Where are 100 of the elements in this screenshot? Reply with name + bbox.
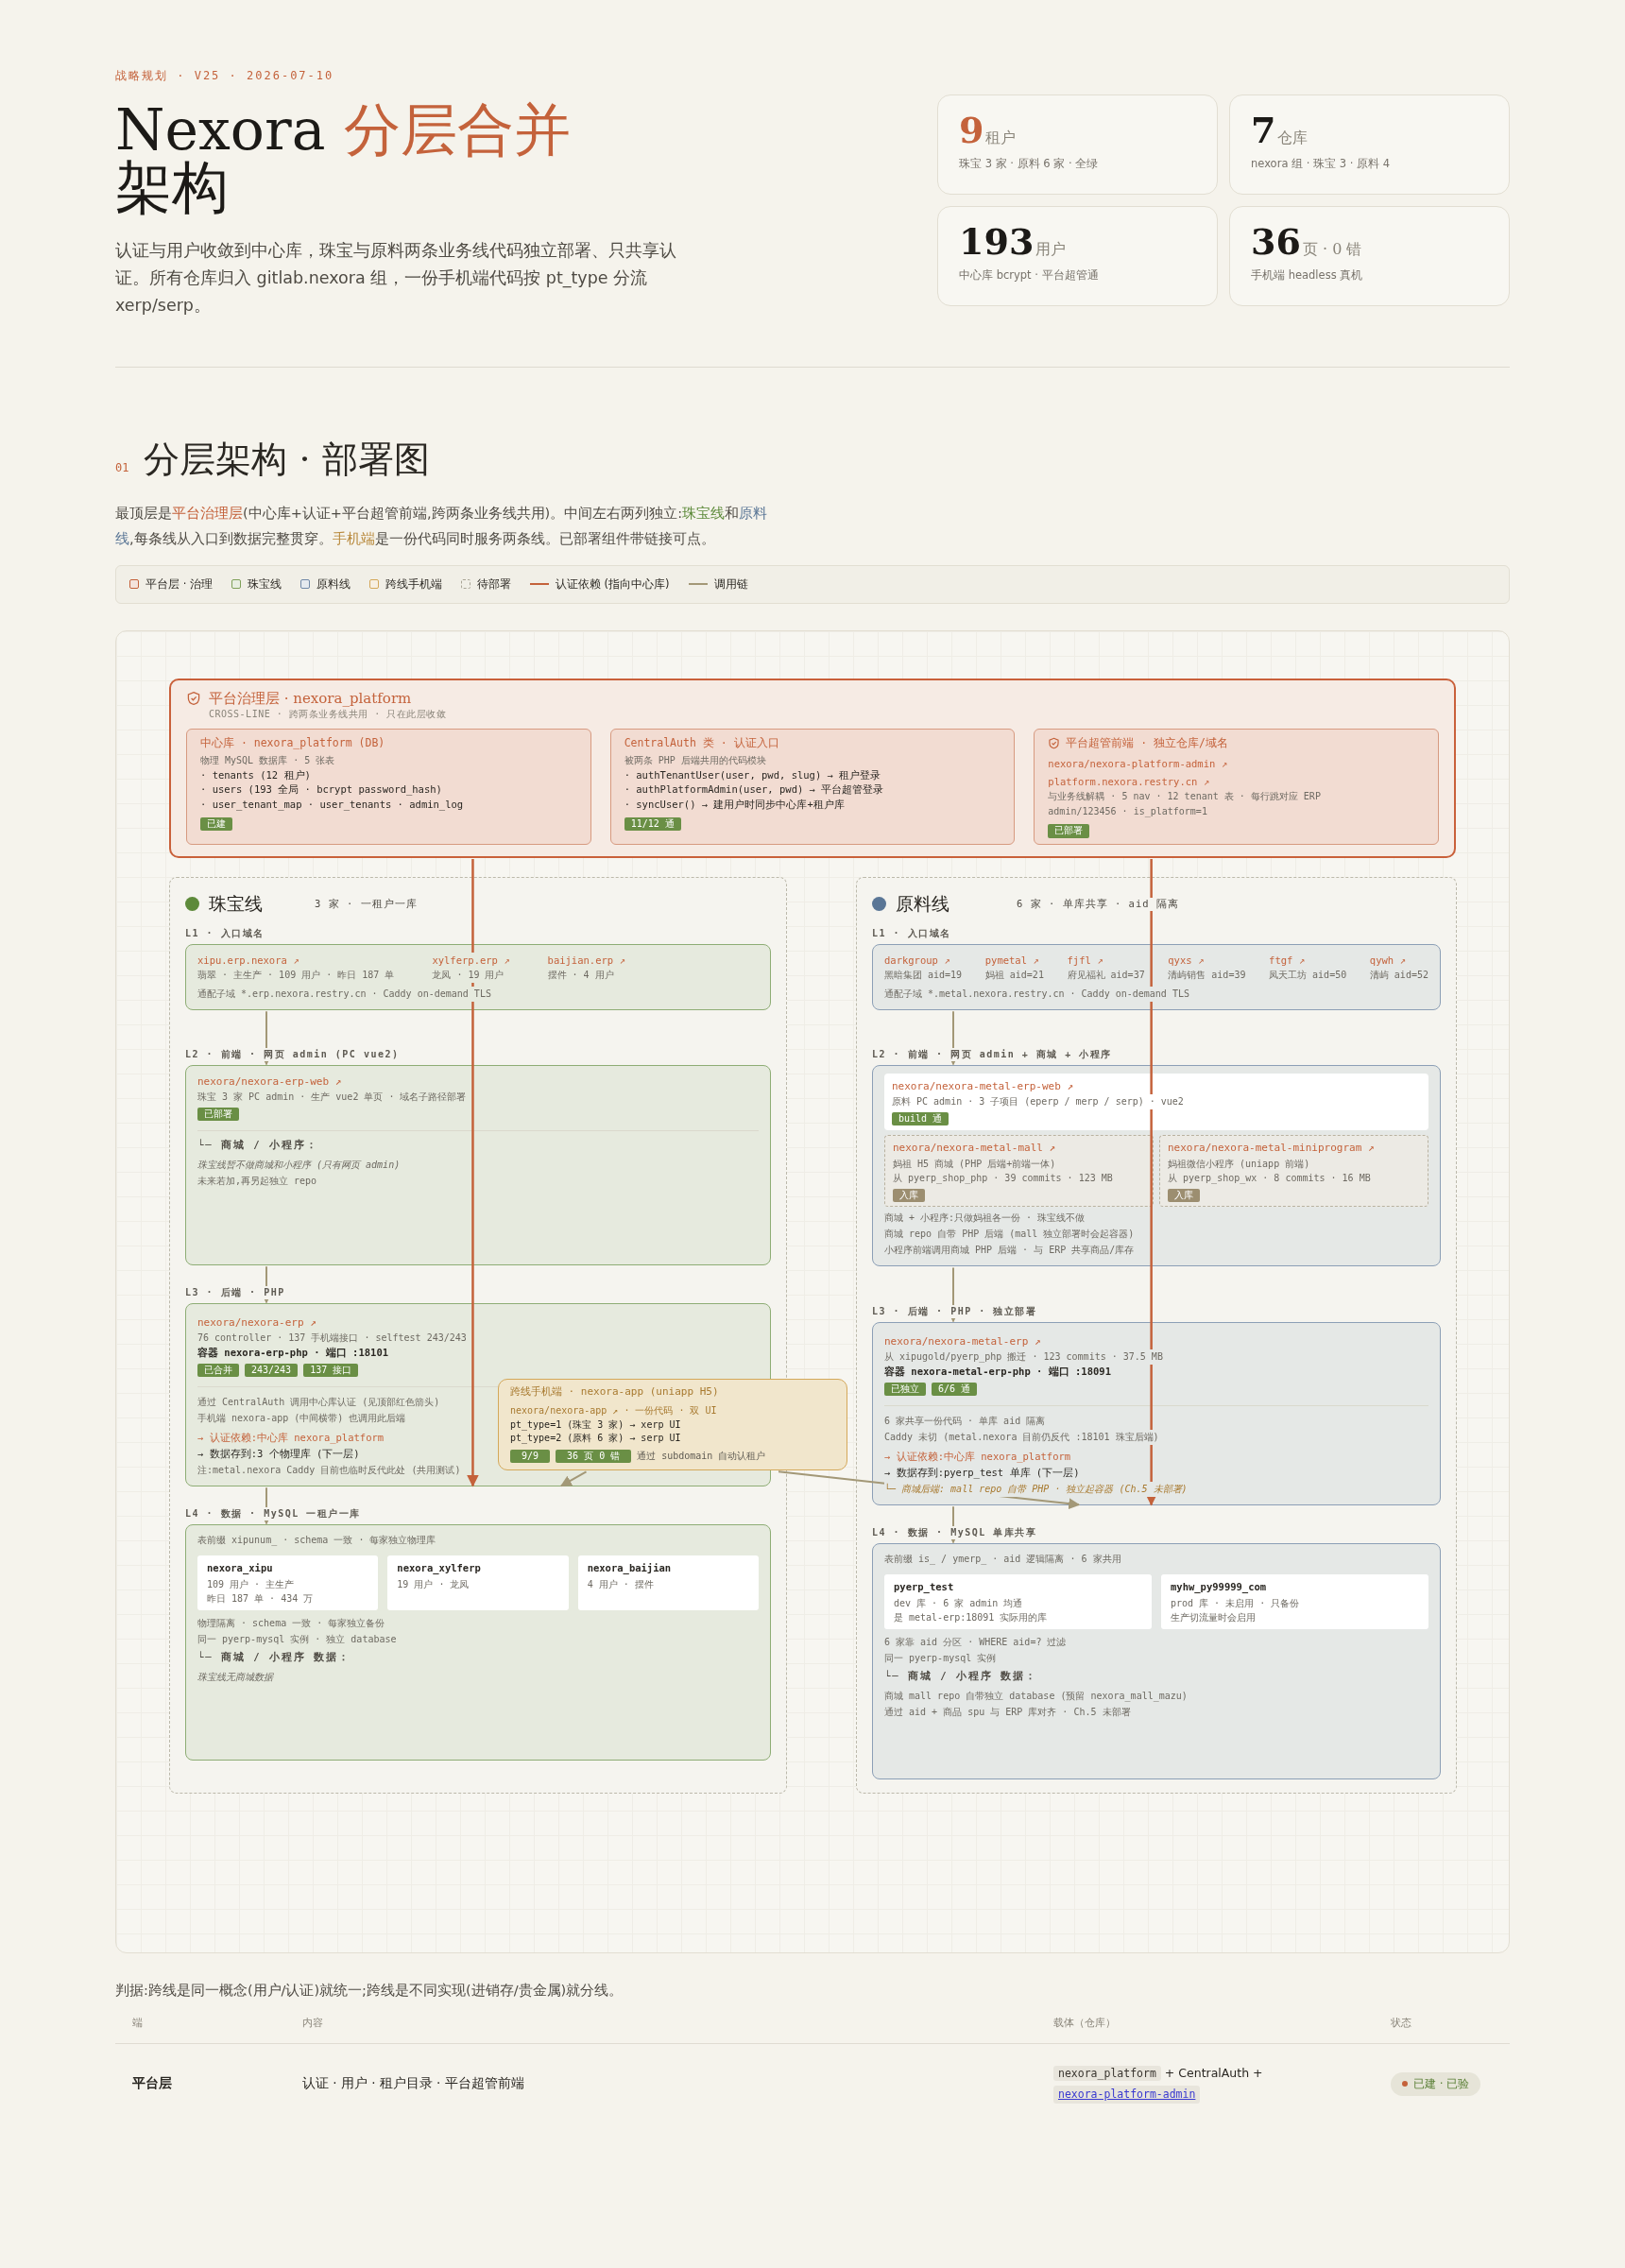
eyebrow-text: 战略规划 · V25 · 2026-07-10 [115,68,335,84]
domain-note: 清屿销售 aid=39 [1168,967,1246,983]
legend-label: 珠宝线 [247,576,282,592]
domain-note: 清屿 aid=52 [1369,967,1428,983]
stat-note: 珠宝 3 家 · 原料 6 家 · 全绿 [959,157,1100,171]
data-note: → 数据存到:pyerp_test 单库 (下一层) [884,1465,1080,1481]
column-header: 端 [131,2016,144,2030]
code-line: · users (193 全局 · bcrypt password_hash) [200,782,443,798]
layer-label: L1 · 入口域名 [872,926,951,940]
data-note: → 数据存到:3 个物理库 (下一层) [197,1446,360,1462]
card-title: 平台超管前端 · 独立仓库/域名 [1066,735,1229,750]
lane-summary: 6 家 · 单库共享 · aid 隔离 [1017,897,1179,911]
status-badge: 已独立 [884,1382,926,1397]
layer-note: 表前缀 xipunum_ · schema 一致 · 每家独立物理库 [197,1532,436,1548]
stat-unit: 租户 [985,129,1017,148]
cell-text: + CentralAuth + [1164,2065,1263,2080]
lane-summary: 3 家 · 一租户一库 [315,897,418,911]
stat-note: 中心库 bcrypt · 平台超管通 [959,268,1100,283]
repo-link[interactable]: nexora/nexora-metal-erp ↗ [884,1334,1041,1348]
status-badge: 入库 [893,1188,925,1202]
column-header: 载体（仓库） [1053,2016,1117,2030]
layer-note: 表前缀 is_ / ymerp_ · aid 逻辑隔离 · 6 家共用 [884,1551,1121,1567]
auth-note: → 认证依赖:中心库 nexora_platform [884,1449,1071,1465]
domain-link[interactable]: xylferp.erp ↗ [432,952,510,968]
domain-note: 凤天工坊 aid=50 [1269,967,1347,983]
stat-unit: 页 · 0 错 [1302,240,1362,260]
card-note: admin/123456 · is_platform=1 [1048,805,1208,819]
layer-label: L4 · 数据 · MySQL 一租户一库 [185,1506,361,1521]
layer-label: L2 · 前端 · 网页 admin + 商城 + 小程序 [872,1047,1112,1061]
status-text: 已建 · 已验 [1413,2075,1470,2092]
section-number: 01 [115,461,129,474]
repo-link[interactable]: nexora-platform-admin [1053,2086,1201,2105]
table-cell-text: 认证 · 用户 · 租户目录 · 平台超管前端 [301,2075,525,2093]
code-line: · tenants (12 租户) [200,767,312,782]
database-note: 昨日 187 单 · 434 万 [207,1591,314,1606]
status-badge: 已合并 [197,1363,239,1378]
legend-label: 平台层 · 治理 [145,576,213,592]
status-badge: 11/12 通 [624,816,681,832]
repo-link[interactable]: platform.nexora.restry.cn ↗ [1048,775,1209,787]
stat-unit: 用户 [1035,240,1067,260]
intro-paragraph: 最顶层是平台治理层(中心库+认证+平台超管前端,跨两条业务线共用)。中间左右两列独立:珠宝线和原料线,每条线从入口到数据完整贯穿。手机端是一份代码同时服务两条线。已部署组件带链接可点。 [115,505,769,548]
database-note: dev 库 · 6 家 admin 均通 [894,1595,1023,1611]
status-badge: 9/9 [510,1449,551,1464]
stat-value: 36 [1251,220,1301,263]
card-note: 物理 MySQL 数据库 · 5 张表 [200,753,336,767]
column-header: 内容 [301,2016,324,2030]
layer-label: L3 · 后端 · PHP [185,1285,285,1299]
database-note: 生产切流量时会启用 [1171,1610,1256,1625]
status-dot-icon [1402,2081,1408,2088]
auth-note: → 认证依赖:中心库 nexora_platform [197,1430,385,1446]
legend-label: 认证依赖 (指向中心库) [555,576,670,592]
code-line: pt_type=1 (珠宝 3 家) → xerp UI [510,1418,682,1433]
shield-icon [186,691,201,707]
layer-label: L3 · 后端 · PHP · 独立部署 [872,1304,1037,1318]
card-note: 被两条 PHP 后端共用的代码模块 [624,753,767,767]
database-note: 109 用户 · 主生产 [207,1576,295,1592]
status-badge: 36 页 0 错 [556,1449,632,1464]
status-badge: 6/6 通 [932,1382,978,1397]
page-title: Nexora 分层合并 架构 [115,101,572,217]
stat-value: 9 [959,109,984,151]
mobile-title: 跨线手机端 · nexora-app (uniapp H5) [510,1383,720,1400]
repo-link[interactable]: nexora/nexora-app ↗ [510,1405,619,1417]
code-line: pt_type=2 (原料 6 家) → serp UI [510,1432,682,1446]
legend-label: 调用链 [713,576,748,592]
repo-link[interactable]: nexora/nexora-erp ↗ [197,1315,316,1329]
mobile-note: 通过 subdomain 自动认租户 [637,1449,766,1463]
status-badge: 243/243 [245,1363,299,1378]
layer-label: L4 · 数据 · MySQL 单库共享 [872,1525,1037,1539]
code-line: · authTenantUser(user, pwd, slug) → 租户登录 [624,767,882,782]
panel-subtitle: CROSS-LINE · 跨两条业务线共用 · 只在此层收敛 [209,707,448,721]
domain-note: 府见福礼 aid=37 [1067,967,1145,983]
layer-label: L1 · 入口域名 [185,926,265,940]
verdict-text: 判据:跨线是同一概念(用户/认证)就统一;跨线是不同实现(进销存/贵金属)就分线。 [115,1981,624,2000]
mobile-note: · 一份代码 · 双 UI [624,1405,717,1417]
flow-arrow [559,1469,588,1486]
repo-note: 76 controller · 137 手机端接口 · selftest 243/243 [197,1330,467,1346]
repo-link[interactable]: nexora/nexora-platform-admin ↗ [1048,757,1227,769]
repo-note: 从 xipugold/pyerp_php 搬迁 · 123 commits · 37.5 MB [884,1349,1163,1365]
row-label: 平台层 [131,2075,173,2093]
database-note: prod 库 · 未启用 · 只备份 [1171,1595,1300,1611]
stat-note: 手机端 headless 真机 [1251,268,1364,283]
status-badge: 入库 [1168,1188,1200,1202]
card-title: CentralAuth 类 · 认证入口 [624,735,779,750]
status-badge: 已建 [200,816,232,832]
code-line: · syncUser() → 建用户时同步中心库+租户库 [624,798,846,813]
stat-value: 7 [1251,109,1276,151]
footnote: 注:metal.nexora Caddy 目前也临时反代此处 (共用测试) [197,1462,461,1478]
layer-label: L2 · 前端 · 网页 admin (PC vue2) [185,1047,400,1061]
footnote: └─ 商城后端: mall repo 自带 PHP · 独立起容器 (Ch.5 未部署) [884,1481,1188,1497]
stat-note: nexora 组 · 珠宝 3 · 原料 4 [1251,157,1391,171]
status-badge: 已部署 [197,1107,239,1122]
repo-note: 从 pyerp_shop_php · 39 commits · 123 MB [893,1171,1113,1186]
repo-note: 珠宝 3 家 PC admin · 生产 vue2 单页 · 域名子路径部署 [197,1089,467,1105]
layer-footer: 通配子域 *.erp.nexora.restry.cn · Caddy on-demand TLS [197,986,491,1002]
section-title: 分层架构 · 部署图 [144,438,430,482]
stat-unit: 仓库 [1277,129,1309,148]
status-badge: 已部署 [1048,824,1090,838]
code-line: · user_tenant_map · user_tenants · admin_log [200,798,465,813]
layer-footer: 通配子域 *.metal.nexora.restry.cn · Caddy on-demand TLS [884,986,1189,1002]
code-line: · authPlatformAdmin(user, pwd) → 平台超管登录 [624,782,885,798]
